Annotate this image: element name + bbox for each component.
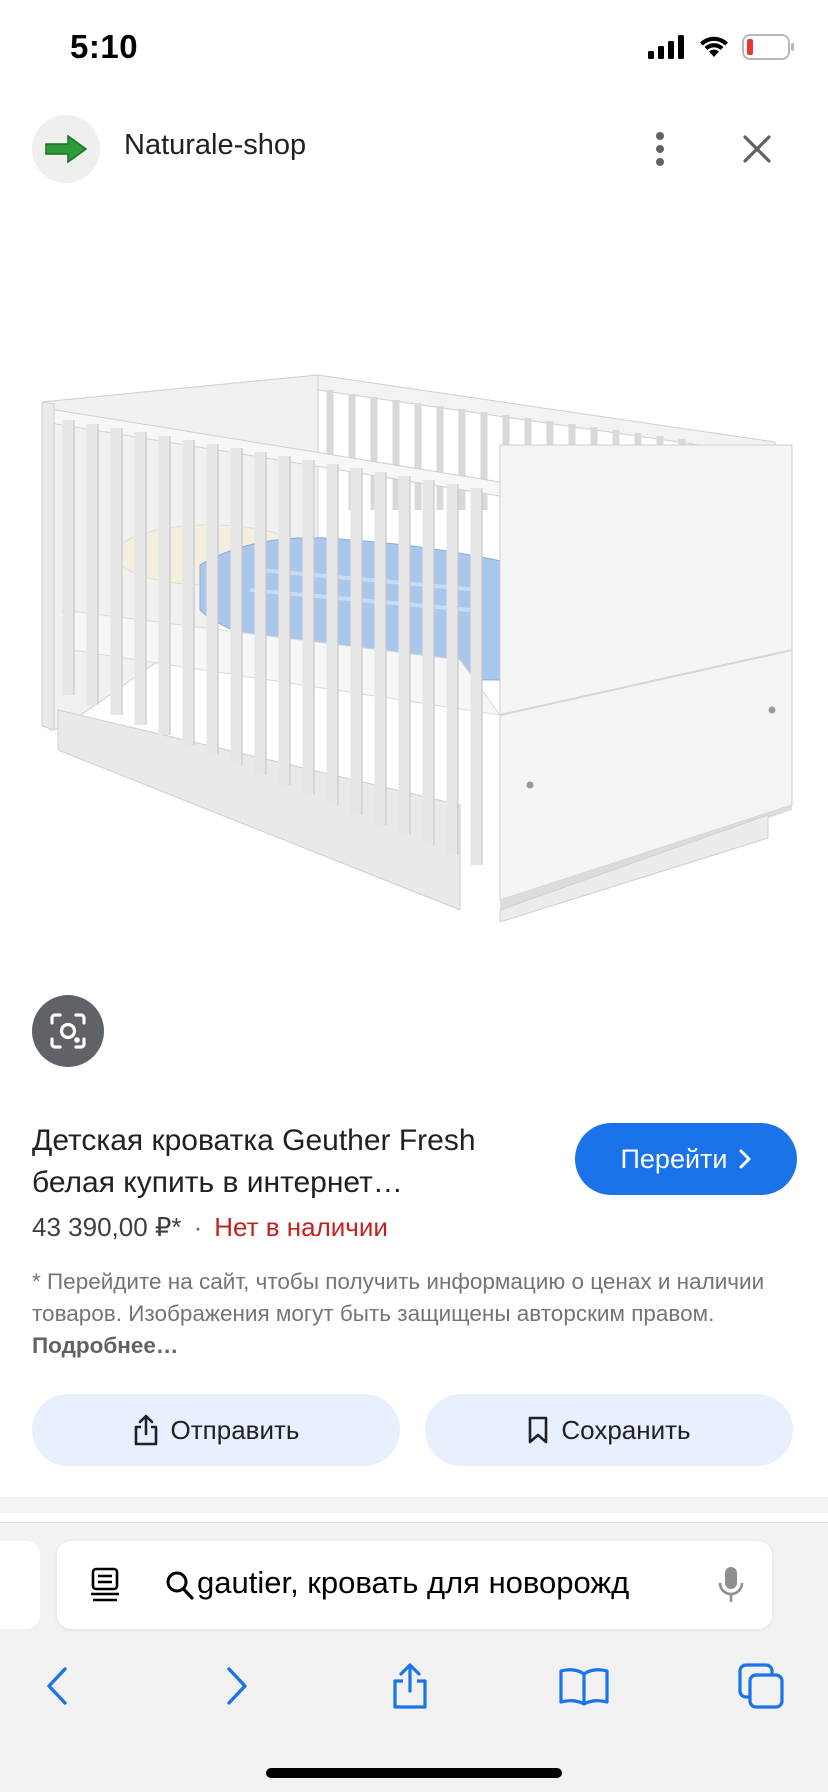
tabs-button[interactable] (726, 1651, 796, 1721)
more-options-button[interactable] (640, 123, 680, 175)
visit-button-label: Перейти (620, 1143, 728, 1174)
forward-icon (227, 1667, 247, 1705)
back-icon (47, 1667, 67, 1705)
site-header: Naturale-shop (0, 105, 828, 195)
more-vert-icon (656, 132, 664, 166)
tabs-icon (738, 1663, 784, 1709)
product-title[interactable]: Детская кроватка Geuther Fresh белая куп… (32, 1120, 552, 1204)
address-text[interactable]: gautier, кровать для новорожд (197, 1565, 697, 1601)
status-icons (648, 34, 796, 60)
safari-toolbar: gautier, кровать для новорожд (0, 1522, 828, 1792)
address-bar[interactable]: gautier, кровать для новорожд (57, 1541, 772, 1629)
bookmark-icon (529, 1416, 548, 1444)
share-button-label: Отправить (170, 1414, 300, 1445)
status-bar: 5:10 (0, 0, 828, 100)
save-button[interactable]: Сохранить (425, 1394, 793, 1466)
learn-more-link[interactable]: Подробнее… (32, 1333, 178, 1358)
battery-icon (742, 34, 794, 60)
site-name[interactable]: Naturale-shop (124, 129, 306, 162)
bookmarks-icon (559, 1668, 609, 1706)
crib-illustration (41, 374, 793, 923)
share-icon (134, 1414, 157, 1446)
reader-icon[interactable] (89, 1567, 121, 1603)
close-icon (743, 135, 771, 163)
share-button[interactable]: Отправить (32, 1394, 400, 1466)
previous-tab-preview[interactable] (0, 1541, 40, 1629)
safari-share-icon (393, 1663, 427, 1709)
disclaimer-text: * Перейдите на сайт, чтобы получить инфо… (32, 1269, 765, 1326)
chevron-right-icon (739, 1149, 750, 1169)
product-image[interactable] (0, 210, 828, 970)
visit-button[interactable]: Перейти (575, 1123, 797, 1195)
availability-status: Нет в наличии (214, 1212, 388, 1242)
product-price: 43 390,00 ₽* (32, 1212, 182, 1242)
price-row: 43 390,00 ₽* · Нет в наличии (32, 1212, 388, 1243)
wifi-icon (700, 36, 728, 57)
home-indicator (266, 1768, 562, 1778)
price-disclaimer: * Перейдите на сайт, чтобы получить инфо… (32, 1266, 792, 1362)
signal-icon (648, 35, 684, 59)
divider (0, 1497, 828, 1513)
mic-icon[interactable] (717, 1565, 745, 1605)
search-icon (166, 1571, 194, 1600)
safari-share-button[interactable] (375, 1651, 445, 1721)
bookmarks-button[interactable] (549, 1651, 619, 1721)
lens-button[interactable] (32, 995, 104, 1067)
forward-button[interactable] (202, 1651, 272, 1721)
save-button-label: Сохранить (561, 1414, 691, 1445)
close-button[interactable] (734, 123, 780, 175)
lens-icon (50, 1013, 86, 1049)
status-time: 5:10 (70, 28, 139, 65)
site-favicon[interactable] (32, 115, 100, 183)
arrow-favicon-icon (45, 134, 88, 164)
back-button[interactable] (22, 1651, 92, 1721)
price-separator: · (193, 1212, 203, 1242)
